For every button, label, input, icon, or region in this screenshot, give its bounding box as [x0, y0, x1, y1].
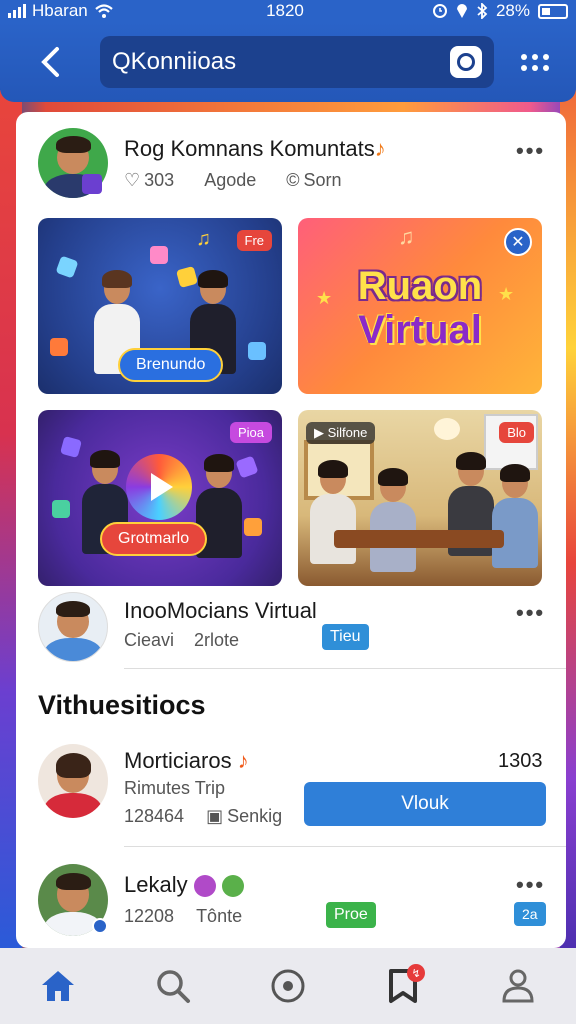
decor-shape	[52, 500, 70, 518]
music-note-icon: ♫	[196, 228, 211, 250]
grid-dots-icon	[521, 53, 549, 71]
decor-shape	[175, 265, 199, 289]
chevron-left-icon	[41, 47, 59, 77]
media-tile[interactable]: ♫ ★ ★ Ruaon Virtual ✕	[298, 218, 542, 394]
item-count: 1303	[498, 750, 543, 772]
menu-grid-button[interactable]	[494, 22, 576, 102]
lamp	[434, 418, 460, 440]
alarm-icon	[432, 4, 447, 18]
meta-like: ♡ 303	[124, 170, 175, 190]
search-icon	[157, 970, 190, 1003]
tile-subtitle: Virtual	[358, 308, 482, 352]
media-tile[interactable]: Pioa Grotmarlo	[38, 410, 282, 586]
bottom-navigation: ↯	[0, 948, 576, 1024]
post-meta: Cieavi 2rlote	[124, 630, 240, 650]
tile-badge-secondary: Blo	[499, 422, 534, 443]
tile-badge: Fre	[236, 230, 272, 251]
primary-action-button[interactable]: Vlouk	[304, 782, 546, 826]
nav-profile[interactable]	[488, 956, 548, 1016]
feed-card: Rog Komnans Komuntats♪ ♡ 303 Agode © Sorn …	[16, 112, 566, 948]
notification-badge-icon: ↯	[407, 964, 426, 982]
nav-notifications[interactable]: ↯	[373, 956, 433, 1016]
wifi-icon	[95, 4, 113, 18]
record-icon	[271, 969, 305, 1003]
close-button[interactable]: ✕	[504, 228, 532, 256]
more-options-button[interactable]: •••	[516, 600, 545, 626]
nav-record[interactable]	[258, 956, 318, 1016]
media-tile[interactable]: ♫ Fre Brenundo	[38, 218, 282, 394]
decor-shape	[244, 518, 262, 536]
nav-home[interactable]	[28, 956, 88, 1016]
item-tag[interactable]: Proe	[326, 902, 376, 928]
decor-shape	[235, 455, 259, 479]
table	[334, 530, 504, 548]
meta-label: Agode	[204, 170, 257, 190]
decor-shape	[59, 435, 83, 459]
emoji-icon	[193, 875, 216, 898]
tile-badge: ▶ Silfone	[306, 422, 376, 444]
more-options-button[interactable]: •••	[516, 872, 545, 898]
play-icon[interactable]	[126, 454, 192, 520]
location-icon	[456, 4, 467, 18]
item-name[interactable]: Lekaly	[124, 872, 244, 898]
avatar[interactable]	[38, 744, 108, 818]
bluetooth-icon	[477, 3, 488, 19]
online-badge	[92, 918, 108, 934]
camera-icon[interactable]	[450, 46, 482, 78]
verified-badge	[82, 174, 102, 194]
decor-shape	[150, 246, 168, 264]
like-icon: ♡	[124, 170, 141, 190]
decor-shape	[248, 342, 266, 360]
item-name[interactable]: Morticiaros ♪	[124, 748, 249, 774]
avatar[interactable]	[38, 592, 108, 662]
music-note-icon: ♪	[374, 136, 386, 161]
search-text: QKonniioas	[112, 48, 237, 75]
back-button[interactable]	[0, 22, 100, 102]
battery-percent: 28%	[495, 1, 530, 20]
close-icon: ✕	[511, 234, 525, 251]
tile-button[interactable]: Grotmarlo	[100, 522, 208, 556]
decor-shape	[55, 255, 79, 279]
meta-sort: © Sorn	[286, 170, 342, 190]
clock: 1820	[266, 1, 304, 20]
nav-search[interactable]	[143, 956, 203, 1016]
post-meta: ♡ 303 Agode © Sorn	[124, 170, 342, 191]
media-tile[interactable]: ▶ Silfone Blo	[298, 410, 542, 586]
more-options-button[interactable]: •••	[516, 138, 545, 164]
battery-icon	[538, 3, 568, 19]
copyright-icon: ©	[286, 170, 300, 190]
section-title: Vithuesitiocs	[38, 690, 206, 720]
item-meta: 128464 ▣ Senkig	[124, 806, 283, 826]
clipboard-icon: ▣	[206, 806, 224, 826]
music-note-icon: ♫	[398, 224, 415, 249]
decor-shape	[50, 338, 68, 356]
post-author[interactable]: Rog Komnans Komuntats♪	[124, 136, 386, 162]
play-small-icon: ▶	[314, 425, 328, 440]
divider	[124, 846, 566, 847]
tile-title: Ruaon	[357, 264, 483, 308]
post-tag[interactable]: Tieu	[322, 624, 369, 650]
emoji-icon	[221, 875, 244, 898]
post-author[interactable]: InooMocians Virtual	[124, 598, 317, 624]
divider	[124, 668, 566, 669]
music-note-icon: ♪	[237, 748, 249, 773]
app-header: QKonniioas	[0, 22, 576, 102]
signal-icon	[8, 4, 26, 18]
carrier-label: Hbaran	[32, 1, 88, 20]
search-input[interactable]: QKonniioas	[100, 36, 494, 88]
home-icon	[41, 971, 74, 1001]
tile-button[interactable]: Brenundo	[118, 348, 224, 382]
item-tag-secondary[interactable]: 2a	[514, 902, 546, 926]
status-bar: Hbaran 1820 28%	[0, 0, 576, 22]
profile-icon	[502, 969, 534, 1003]
item-subtitle: Rimutes Trip	[124, 778, 226, 798]
item-meta: 12208 Tônte	[124, 906, 243, 926]
tile-badge: Pioa	[229, 422, 272, 443]
